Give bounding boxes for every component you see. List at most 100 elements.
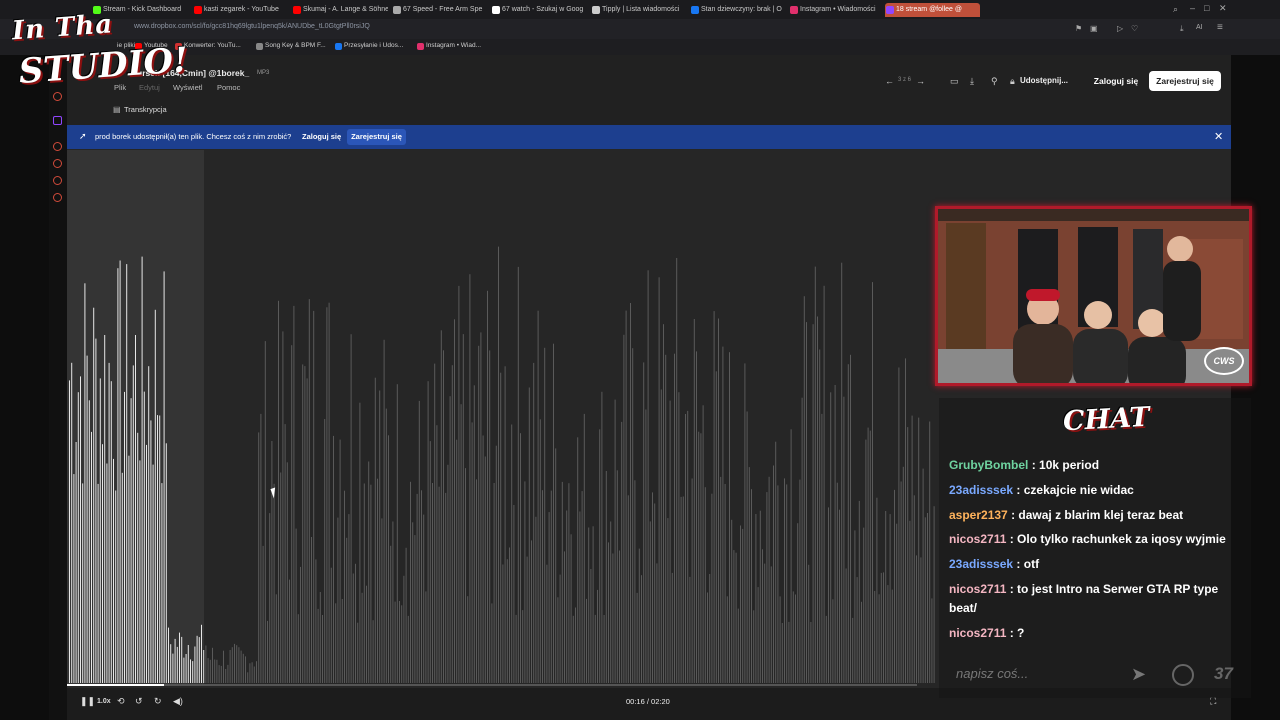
banner-login-link[interactable]: Zaloguj się	[302, 132, 341, 141]
waveform-bar	[282, 331, 284, 683]
waveform-bar	[278, 300, 279, 683]
clock-icon[interactable]	[53, 159, 62, 168]
pause-icon[interactable]: ❚❚	[80, 696, 95, 707]
banner-signup-button[interactable]: Zarejestruj się	[347, 129, 406, 145]
chat-username[interactable]: nicos2711	[949, 532, 1006, 546]
waveform-bar	[234, 643, 235, 683]
tab-favicon-icon	[886, 6, 894, 14]
waveform-bar	[929, 421, 931, 683]
waveform-bar	[159, 415, 161, 683]
share-button[interactable]: Udostępnij...	[1020, 76, 1068, 85]
browser-tab[interactable]: Tipply | Lista wiadomości	[591, 3, 686, 17]
screenshot-icon[interactable]: ▣	[1090, 24, 1098, 33]
chat-message: asper2137 : dawaj z blarim klej teraz be…	[949, 506, 1245, 525]
bookmark-icon[interactable]: ⚑	[1075, 24, 1082, 33]
menu-icon[interactable]: ≡	[1217, 22, 1223, 33]
rewind-icon[interactable]: ↺	[135, 696, 143, 707]
waveform-bar	[462, 334, 464, 683]
browser-tab[interactable]: 67 Speed - Free Arm Spe	[392, 3, 487, 17]
waveform-bar	[513, 505, 515, 683]
chat-text: : dawaj z blarim klej teraz beat	[1011, 508, 1184, 522]
browser-tab[interactable]: Stan dziewczyny: brak | O	[690, 3, 785, 17]
waveform-bar	[817, 316, 818, 683]
waveform-bar	[632, 348, 634, 683]
waveform-bar	[429, 441, 431, 683]
tab-favicon-icon	[194, 6, 202, 14]
browser-tab[interactable]: 67 watch - Szukaj w Goog	[491, 3, 587, 17]
comment-icon[interactable]: ▭	[950, 76, 959, 87]
waveform-bar	[830, 392, 832, 683]
waveform-bar	[663, 324, 664, 683]
emote-icon[interactable]	[1172, 664, 1194, 686]
close-window-icon[interactable]: ✕	[1219, 3, 1227, 14]
download-icon[interactable]: ⤓	[1180, 24, 1184, 34]
download-icon[interactable]: ⤓	[970, 76, 974, 87]
login-button[interactable]: Zaloguj się	[1090, 71, 1142, 91]
browser-tab[interactable]: Instagram • Wiadomości	[789, 3, 881, 17]
audio-waveform[interactable]	[67, 150, 937, 685]
waveform-bar	[634, 480, 636, 683]
waveform-bar	[86, 355, 88, 683]
menu-help[interactable]: Pomoc	[217, 83, 240, 92]
waveform-bar	[575, 607, 576, 683]
tab-label: 18 stream @follee @	[896, 6, 962, 13]
url-text[interactable]: www.dropbox.com/scl/fo/gcc81hq69lgtu1lpe…	[134, 23, 370, 30]
chat-username[interactable]: nicos2711	[949, 582, 1006, 596]
next-arrow-icon[interactable]: →	[916, 76, 925, 86]
progress-track[interactable]	[67, 684, 917, 686]
waveform-bar	[370, 484, 372, 683]
waveform-bar	[416, 493, 418, 683]
heart-icon[interactable]: ♡	[1131, 24, 1138, 33]
close-icon[interactable]: ✕	[1214, 130, 1223, 143]
browser-tab[interactable]: 18 stream @follee @	[885, 3, 980, 17]
waveform-bar	[630, 303, 631, 683]
waveform-bar	[902, 466, 904, 683]
waveform-bar	[696, 351, 697, 683]
bookmark-item[interactable]: Przesyłanie i Udos...	[335, 42, 403, 50]
waveform-bar	[456, 439, 458, 683]
forward-icon[interactable]: ↻	[154, 696, 162, 707]
bookmark-item[interactable]: Song Key & BPM F...	[256, 42, 326, 50]
waveform-bar	[102, 444, 103, 683]
waveform-bar	[762, 549, 763, 683]
waveform-bar	[531, 540, 532, 683]
bookmark-favicon-icon	[335, 43, 342, 50]
sidebar-icon[interactable]	[53, 142, 62, 151]
browser-tab[interactable]: Skumaj - A. Lange & Söhne	[292, 3, 388, 17]
play-icon[interactable]: ▷	[1117, 24, 1123, 33]
search-icon[interactable]: ⌕	[1173, 4, 1178, 15]
waveform-bar	[883, 572, 884, 683]
send-icon[interactable]: ➤	[1131, 664, 1146, 685]
chat-username[interactable]: GrubyBombel	[949, 458, 1028, 472]
settings-icon[interactable]	[53, 193, 62, 202]
chat-username[interactable]: 23adisssek	[949, 557, 1013, 571]
waveform-bar	[121, 472, 123, 683]
waveform-bar	[564, 551, 565, 683]
volume-icon[interactable]: ◀︎)	[173, 696, 183, 707]
chat-username[interactable]: asper2137	[949, 508, 1008, 522]
waveform-bar	[394, 601, 396, 683]
bookmark-item[interactable]: Instagram • Wiad...	[417, 42, 481, 50]
waveform-bar	[671, 572, 673, 683]
waveform-bar	[324, 419, 326, 683]
loop-icon[interactable]: ⟲	[117, 696, 125, 707]
ai-icon[interactable]: AI	[1196, 24, 1203, 31]
waveform-bar	[174, 638, 176, 683]
waveform-bar	[214, 659, 216, 683]
signup-button[interactable]: Zarejestruj się	[1149, 71, 1221, 91]
menu-view[interactable]: Wyświetl	[173, 83, 203, 92]
minimize-icon[interactable]: –	[1190, 3, 1195, 13]
speed-button[interactable]: 1.0x	[97, 698, 111, 705]
sidebar-icon[interactable]	[53, 176, 62, 185]
browser-tab[interactable]: kasti zegarek - YouTube	[193, 3, 287, 17]
chat-username[interactable]: 23adisssek	[949, 483, 1013, 497]
waveform-bar	[337, 517, 339, 683]
link-icon[interactable]: ⚲	[991, 76, 998, 87]
waveform-bar	[799, 479, 801, 683]
prev-arrow-icon[interactable]: ←	[885, 76, 894, 86]
twitch-icon[interactable]	[53, 116, 62, 125]
transcription-button[interactable]: Transkrypcja	[124, 105, 167, 114]
maximize-icon[interactable]: □	[1204, 3, 1209, 13]
chat-input[interactable]: napisz coś...	[946, 660, 1151, 688]
chat-username[interactable]: nicos2711	[949, 626, 1006, 640]
